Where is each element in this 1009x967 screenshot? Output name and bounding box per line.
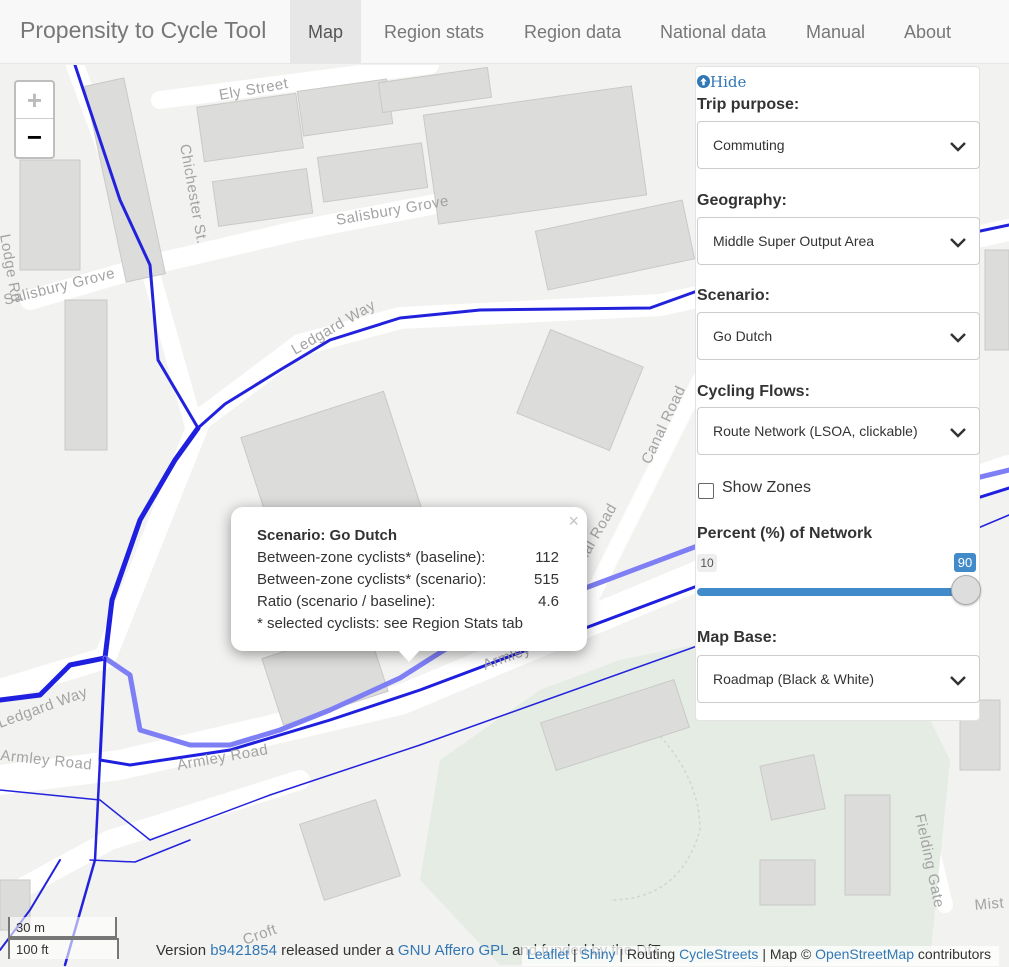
cycling-flows-label: Cycling Flows: [697,383,810,400]
map-attribution: Leaflet | Shiny | Routing CycleStreets |… [522,946,1000,966]
building [516,328,644,452]
released-text: released under a [281,942,394,959]
chevron-down-icon [950,676,966,686]
scale-bar-imperial: 100 ft [8,938,119,959]
building [196,92,304,163]
slider-min-label: 10 [697,554,717,572]
popup-label-baseline: Between-zone cyclists* (baseline): [257,549,486,566]
popup-label-ratio: Ratio (scenario / baseline): [257,593,436,610]
percent-network-slider[interactable] [697,588,965,596]
building [316,142,429,203]
hide-label: Hide [710,73,747,91]
show-zones-label[interactable]: Show Zones [722,479,811,497]
chevron-down-icon [950,428,966,438]
building [759,754,826,821]
navbar: Propensity to Cycle Tool Map Region stat… [0,0,1009,64]
popup-value-baseline: 112 [535,549,559,566]
building [298,798,402,902]
chevron-down-icon [950,238,966,248]
map-base-value: Roadmap (Black & White) [713,671,875,687]
trip-purpose-label: Trip purpose: [697,96,800,113]
scenario-value: Go Dutch [713,328,773,344]
popup-label-scenario: Between-zone cyclists* (scenario): [257,571,487,588]
building [84,77,166,283]
control-panel: Hide Trip purpose: Commuting Geography: … [695,66,981,721]
building [534,199,696,291]
cycling-flows-select[interactable]: Route Network (LSOA, clickable) [697,407,980,455]
cyclestreets-link[interactable]: CycleStreets [679,946,758,962]
tab-manual[interactable]: Manual [788,0,883,64]
leaflet-link[interactable]: Leaflet [527,946,569,962]
building [759,859,816,906]
app-brand[interactable]: Propensity to Cycle Tool [20,17,266,44]
zoom-control: + − [14,80,55,159]
hide-panel-link[interactable]: Hide [697,73,746,91]
route-line[interactable] [0,425,201,703]
geography-value: Middle Super Output Area [713,233,875,249]
scale-bar-metric: 30 m [8,917,117,938]
attribution-separator: | [572,946,577,962]
percent-network-label: Percent (%) of Network [697,525,873,542]
zoom-in-button[interactable]: + [16,82,53,119]
arrow-up-circle-icon [697,75,710,88]
openstreetmap-link[interactable]: OpenStreetMap [815,946,914,962]
zoom-out-button[interactable]: − [16,119,53,156]
map-base-select[interactable]: Roadmap (Black & White) [697,655,980,703]
popup-tip [397,649,421,662]
chevron-down-icon [950,142,966,152]
version-prefix: Version [156,942,207,959]
tab-region-stats[interactable]: Region stats [366,0,502,64]
building [844,794,891,896]
tab-about[interactable]: About [886,0,969,64]
version-link[interactable]: b9421854 [210,942,277,959]
map-copyright-text: | Map © [762,946,812,962]
scenario-select[interactable]: Go Dutch [697,312,980,360]
popup-close-button[interactable]: × [568,511,579,532]
slider-handle[interactable] [951,575,981,605]
building [211,167,314,227]
chevron-down-icon [950,333,966,343]
building [19,159,81,271]
popup-value-ratio: 4.6 [538,593,559,610]
popup-title: Scenario: Go Dutch [257,527,398,544]
license-link[interactable]: GNU Affero GPL [398,942,508,959]
building [64,299,108,451]
scenario-label: Scenario: [697,287,770,304]
geography-label: Geography: [697,192,787,209]
trip-purpose-value: Commuting [713,137,785,153]
show-zones-checkbox[interactable] [698,483,714,499]
trip-purpose-select[interactable]: Commuting [697,121,980,169]
tab-region-data[interactable]: Region data [506,0,639,64]
slider-max-label: 90 [954,553,976,572]
cycling-flows-value: Route Network (LSOA, clickable) [713,423,918,439]
tab-map[interactable]: Map [290,0,362,64]
street-label: Mist [974,894,1005,914]
building [984,249,1009,351]
popup-value-scenario: 515 [533,571,559,588]
tab-national-data[interactable]: National data [642,0,784,64]
routing-text: | Routing [619,946,676,962]
geography-select[interactable]: Middle Super Output Area [697,217,980,265]
building [422,85,648,225]
shiny-link[interactable]: Shiny [580,946,615,962]
contributors-text: contributors [917,946,992,962]
route-popup: × Scenario: Go Dutch Between-zone cyclis… [231,507,587,651]
map-base-label: Map Base: [697,629,778,646]
popup-note: * selected cyclists: see Region Stats ta… [257,615,523,632]
